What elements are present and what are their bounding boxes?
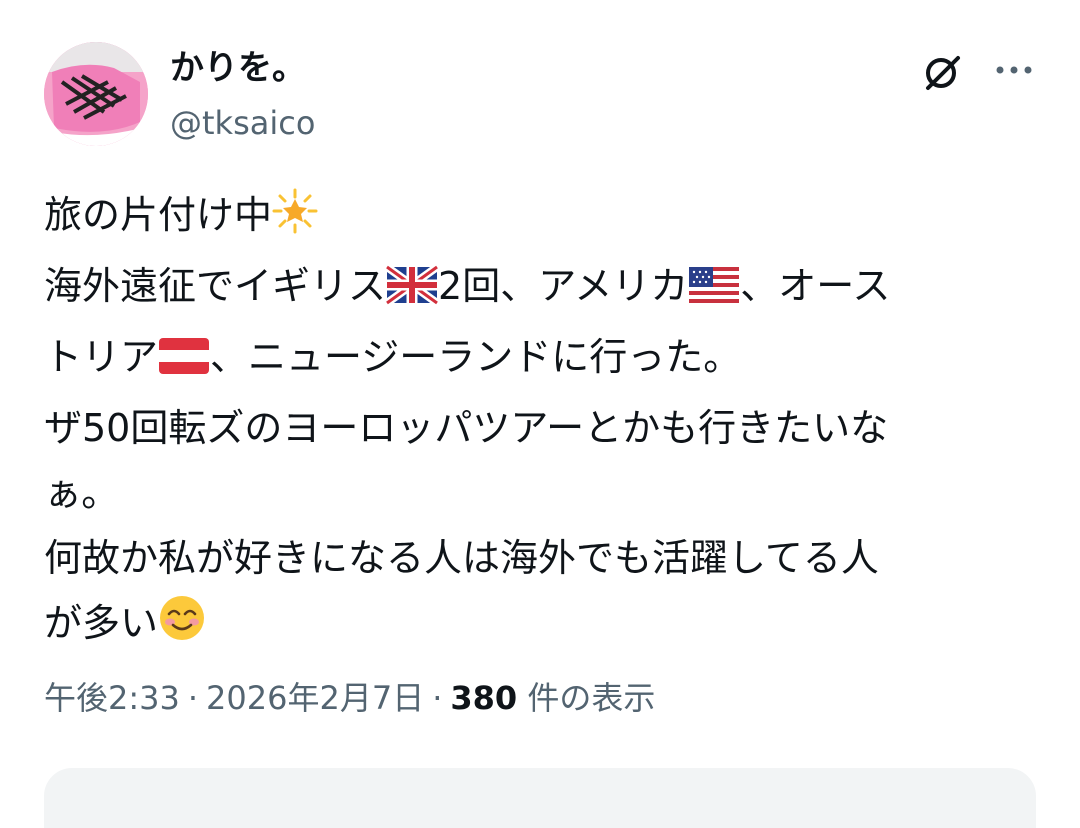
tweet-text-segment: ぁ。	[44, 471, 120, 515]
tweet-line: ザ50回転ズのヨーロッパツアーとかも行きたいな	[44, 396, 1034, 461]
author-names: かりを。 @tksaico	[170, 48, 315, 142]
pink-sneaker-avatar-icon	[44, 42, 148, 146]
more-horizontal-icon	[996, 66, 1032, 74]
uk-flag-emoji-icon	[384, 260, 440, 325]
tweet-text-segment: 、オース	[740, 264, 891, 308]
tweet-text-segment: 、ニュージーランドに行った。	[210, 335, 742, 379]
austria-flag-emoji-icon	[158, 331, 210, 396]
tweet-line: 旅の片付け中	[44, 183, 1034, 254]
tweet-text-segment: 旅の片付け中	[44, 193, 273, 237]
tweet-meta: 午後2:33 · 2026年2月7日 · 380 件の表示	[44, 676, 655, 720]
tweet-text: 旅の片付け中 海外遠征でイギリス 2回、アメリカ 、オース トリア 、ニュージーランド…	[44, 183, 1034, 662]
more-options-button[interactable]	[990, 50, 1038, 90]
us-flag-emoji-icon	[688, 260, 740, 325]
tweet-line: 何故か私が好きになる人は海外でも活躍してる人	[44, 526, 1034, 591]
tweet-line: トリア 、ニュージーランドに行った。	[44, 325, 1034, 396]
author-handle[interactable]: @tksaico	[170, 104, 315, 142]
tweet-line: 海外遠征でイギリス 2回、アメリカ 、オース	[44, 254, 1034, 325]
tweet-text-segment: が多い	[44, 601, 159, 645]
glowing-star-emoji-icon	[272, 188, 318, 254]
grok-button[interactable]	[916, 46, 968, 98]
tweet-text-segment: 2回、アメリカ	[438, 264, 689, 308]
reply-box[interactable]	[44, 768, 1036, 828]
avatar[interactable]	[44, 42, 148, 146]
smiling-face-emoji-icon	[158, 594, 206, 662]
tweet-line: が多い	[44, 591, 1034, 662]
separator: ·	[432, 679, 443, 717]
tweet-header: かりを。 @tksaico	[44, 40, 1044, 150]
tweet-date[interactable]: 2026年2月7日	[206, 679, 424, 717]
tweet-text-segment: トリア	[44, 335, 159, 379]
author-display-name[interactable]: かりを。	[170, 48, 315, 88]
views-label: 件の表示	[527, 679, 656, 717]
views-count: 380	[450, 679, 518, 717]
tweet-line: ぁ。	[44, 461, 1034, 526]
tweet-text-segment: 海外遠征でイギリス	[44, 264, 387, 308]
tweet-text-segment: ザ50回転ズのヨーロッパツアーとかも行きたいな	[44, 406, 889, 450]
separator: ·	[187, 679, 199, 717]
grok-slash-circle-icon	[926, 56, 960, 90]
tweet-text-segment: 何故か私が好きになる人は海外でも活躍してる人	[44, 536, 879, 580]
tweet-time[interactable]: 午後2:33	[44, 679, 180, 717]
